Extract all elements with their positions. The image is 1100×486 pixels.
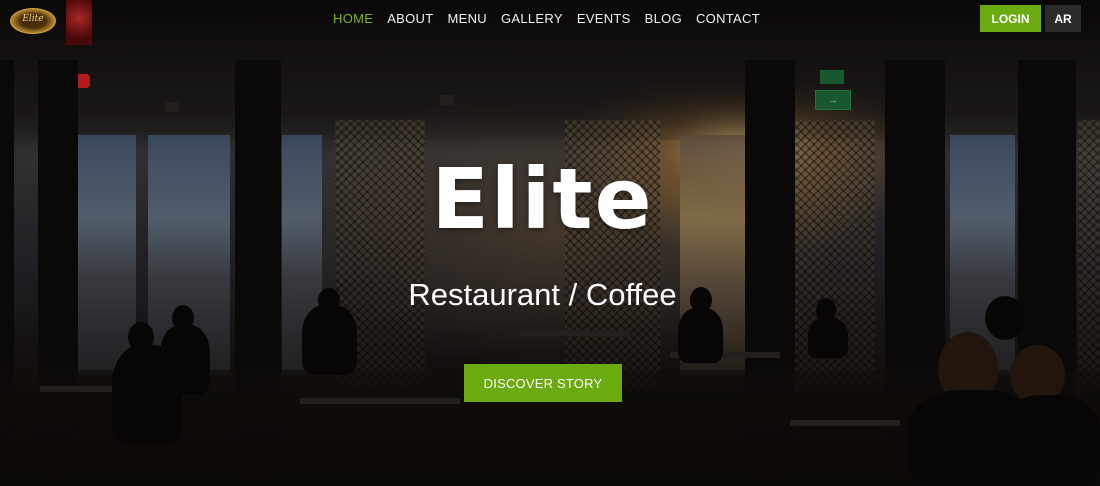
nav-menu[interactable]: MENU (448, 11, 487, 26)
hero-section: → Elite HOME ABOUT MENU GALLERY EVENTS B… (0, 0, 1100, 486)
nav-events[interactable]: EVENTS (577, 11, 631, 26)
hero-title: Elite (431, 150, 654, 248)
language-toggle-button[interactable]: AR (1045, 5, 1081, 32)
discover-story-button[interactable]: DISCOVER STORY (464, 364, 622, 402)
nav-gallery[interactable]: GALLERY (501, 11, 563, 26)
nav-contact[interactable]: CONTACT (696, 11, 760, 26)
nav-about[interactable]: ABOUT (387, 11, 433, 26)
nav-home[interactable]: HOME (333, 11, 373, 26)
nav-blog[interactable]: BLOG (645, 11, 682, 26)
hero-tagline: Restaurant / Coffee (408, 277, 677, 312)
login-button[interactable]: LOGIN (980, 5, 1041, 32)
site-logo[interactable]: Elite (10, 8, 56, 34)
main-nav: HOME ABOUT MENU GALLERY EVENTS BLOG CONT… (333, 11, 760, 26)
logo-text: Elite (22, 14, 44, 24)
